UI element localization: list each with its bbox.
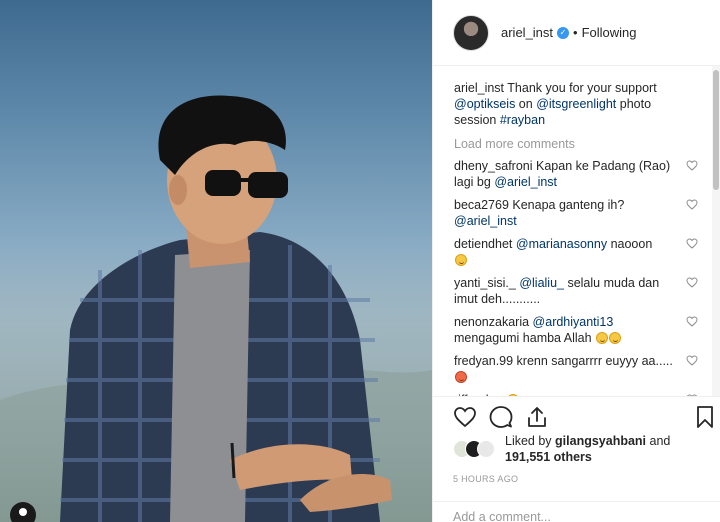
heart-icon[interactable] [453,405,477,429]
add-comment-input[interactable]: Add a comment... [433,501,720,522]
caption-mention[interactable]: @optikseis [454,97,515,111]
caption-mention[interactable]: @itsgreenlight [536,97,616,111]
comment-username[interactable]: nenonzakaria [454,315,529,329]
comment-mention[interactable]: @ariel_inst [494,175,557,189]
comment-item: dheny_safroni Kapan ke Padang (Rao) lagi… [454,158,698,190]
comments-list: ariel_inst Thank you for your support @o… [433,66,713,396]
comment-item: beca2769 Kenapa ganteng ih? @ariel_inst [454,197,698,229]
grinning-emoji-icon [609,332,622,344]
likes-middle: and [646,434,671,448]
comment-item: fredyan.99 krenn sangarrrr euyyy aa..... [454,353,698,385]
likes-prefix: Liked by [505,434,556,448]
comment-text: naooon [607,237,653,251]
smiling-emoji-icon [596,332,609,344]
comment-username[interactable]: beca2769 [454,198,509,212]
verified-badge-icon: ✓ [557,26,570,39]
likes-text: Liked by gilangsyahbani and 191,551 other… [505,433,670,465]
post-actions: Liked by gilangsyahbani and 191,551 other… [433,396,720,522]
comment-mention[interactable]: @ariel_inst [454,214,517,228]
comment-like-heart-icon[interactable] [686,160,698,171]
caption-hashtag[interactable]: #rayban [500,113,545,127]
author-avatar[interactable] [453,14,489,51]
header-separator: • [573,25,578,40]
share-icon[interactable] [525,405,549,429]
comment-username[interactable]: detiendhet [454,237,512,251]
comments-scrollbar[interactable] [712,66,720,396]
comment-text: mengagumi hamba Allah [454,331,592,345]
comment-mention[interactable]: @ardhiyanti13 [533,315,614,329]
comment-icon[interactable] [489,405,513,429]
post-caption: ariel_inst Thank you for your support @o… [454,80,684,128]
liker-username[interactable]: gilangsyahbani [555,434,646,448]
grinning-emoji-icon [455,254,467,266]
comment-text: krenn sangarrrr euyyy aa..... [513,354,673,368]
comment-item: nenonzakaria @ardhiyanti13 mengagumi ham… [454,314,698,346]
photo-subject [0,95,432,522]
heart-eyes-emoji-icon [455,371,467,383]
scrollbar-thumb[interactable] [713,70,719,190]
likes-summary: Liked by gilangsyahbani and 191,551 other… [453,433,670,465]
bookmark-icon[interactable] [693,405,717,429]
comment-item: yanti_sisi._ @lialiu_ selalu muda dan im… [454,275,698,307]
comment-text: Kenapa ganteng ih? [508,198,625,212]
caption-text: on [515,97,537,111]
post-timestamp[interactable]: 5 HOURS AGO [453,474,518,484]
comment-mention[interactable]: @marianasonny [516,237,607,251]
comment-like-heart-icon[interactable] [686,238,698,249]
comment-mention[interactable]: @lialiu_ [519,276,564,290]
author-username[interactable]: ariel_inst [501,25,553,40]
comment-like-heart-icon[interactable] [686,199,698,210]
post-side-panel: ariel_inst ✓ • Following ariel_inst Than… [432,0,720,522]
caption-username[interactable]: ariel_inst [454,81,504,95]
comment-like-heart-icon[interactable] [686,316,698,327]
comment-like-heart-icon[interactable] [686,277,698,288]
following-button[interactable]: Following [582,25,637,40]
liker-avatar[interactable] [477,440,495,458]
load-more-comments-button[interactable]: Load more comments [454,137,713,151]
caption-text: Thank you for your support [504,81,657,95]
comment-username[interactable]: yanti_sisi._ [454,276,516,290]
comment-item: detiendhet @marianasonny naooon [454,236,698,268]
tag-indicator-icon[interactable] [10,502,36,522]
post-header: ariel_inst ✓ • Following [433,0,720,66]
comment-username[interactable]: fredyan.99 [454,354,513,368]
comment-username[interactable]: dheny_safroni [454,159,533,173]
comment-like-heart-icon[interactable] [686,355,698,366]
likes-count[interactable]: 191,551 others [505,450,592,464]
post-photo[interactable] [0,0,432,522]
